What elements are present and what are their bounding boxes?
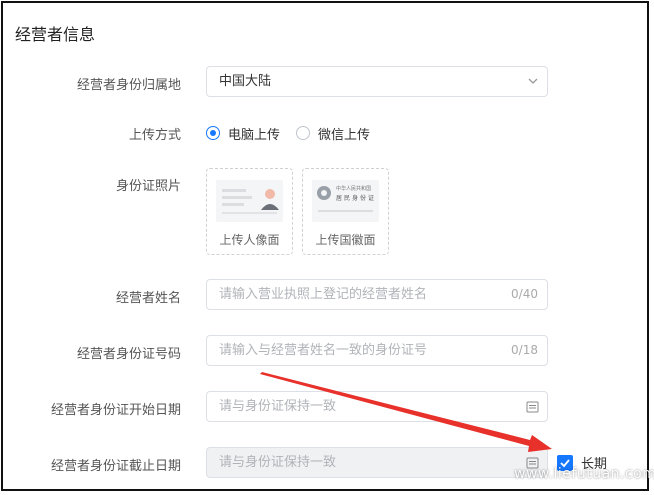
watermark: www.liefutuan.com (514, 466, 654, 482)
annotation-arrow (260, 372, 552, 452)
